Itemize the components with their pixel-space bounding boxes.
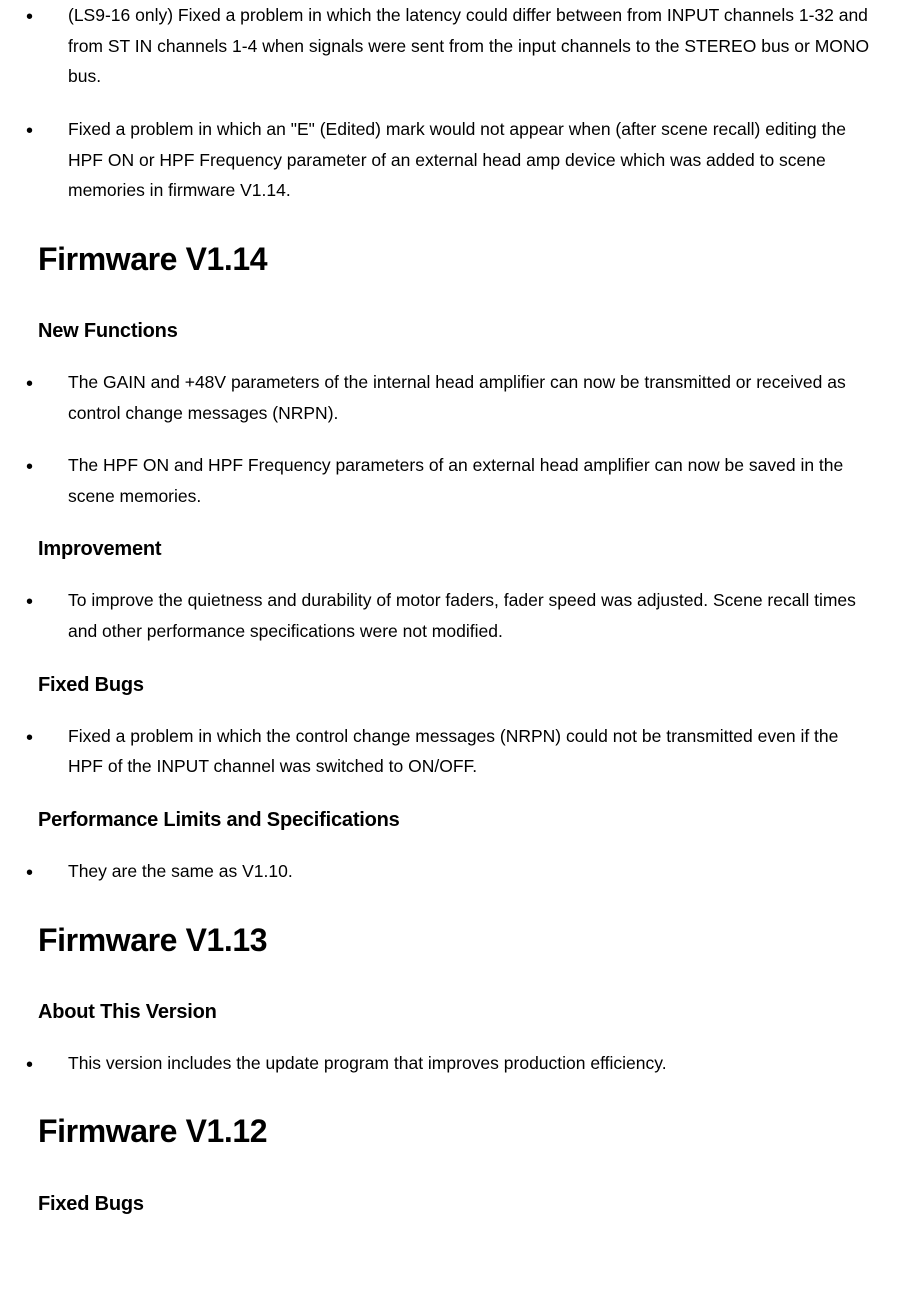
- subheading-performance: Performance Limits and Specifications: [38, 804, 877, 836]
- heading-v113: Firmware V1.13: [38, 915, 877, 966]
- fixed-bugs-list-v114: Fixed a problem in which the control cha…: [38, 721, 877, 782]
- subheading-new-functions: New Functions: [38, 315, 877, 347]
- improvement-list: To improve the quietness and durability …: [38, 585, 877, 646]
- initial-bug-list: (LS9-16 only) Fixed a problem in which t…: [38, 0, 877, 206]
- list-item: Fixed a problem in which the control cha…: [38, 721, 877, 782]
- list-item: (LS9-16 only) Fixed a problem in which t…: [38, 0, 877, 92]
- new-functions-list: The GAIN and +48V parameters of the inte…: [38, 367, 877, 512]
- list-item: This version includes the update program…: [38, 1048, 877, 1079]
- heading-v112: Firmware V1.12: [38, 1106, 877, 1157]
- list-item: The HPF ON and HPF Frequency parameters …: [38, 450, 877, 511]
- list-item: Fixed a problem in which an "E" (Edited)…: [38, 114, 877, 206]
- performance-list: They are the same as V1.10.: [38, 856, 877, 887]
- list-item: The GAIN and +48V parameters of the inte…: [38, 367, 877, 428]
- subheading-improvement: Improvement: [38, 533, 877, 565]
- list-item: They are the same as V1.10.: [38, 856, 877, 887]
- subheading-fixed-bugs-v112: Fixed Bugs: [38, 1188, 877, 1220]
- about-list-v113: This version includes the update program…: [38, 1048, 877, 1079]
- subheading-about-v113: About This Version: [38, 996, 877, 1028]
- list-item: To improve the quietness and durability …: [38, 585, 877, 646]
- document-content: (LS9-16 only) Fixed a problem in which t…: [10, 0, 905, 1220]
- subheading-fixed-bugs-v114: Fixed Bugs: [38, 669, 877, 701]
- heading-v114: Firmware V1.14: [38, 234, 877, 285]
